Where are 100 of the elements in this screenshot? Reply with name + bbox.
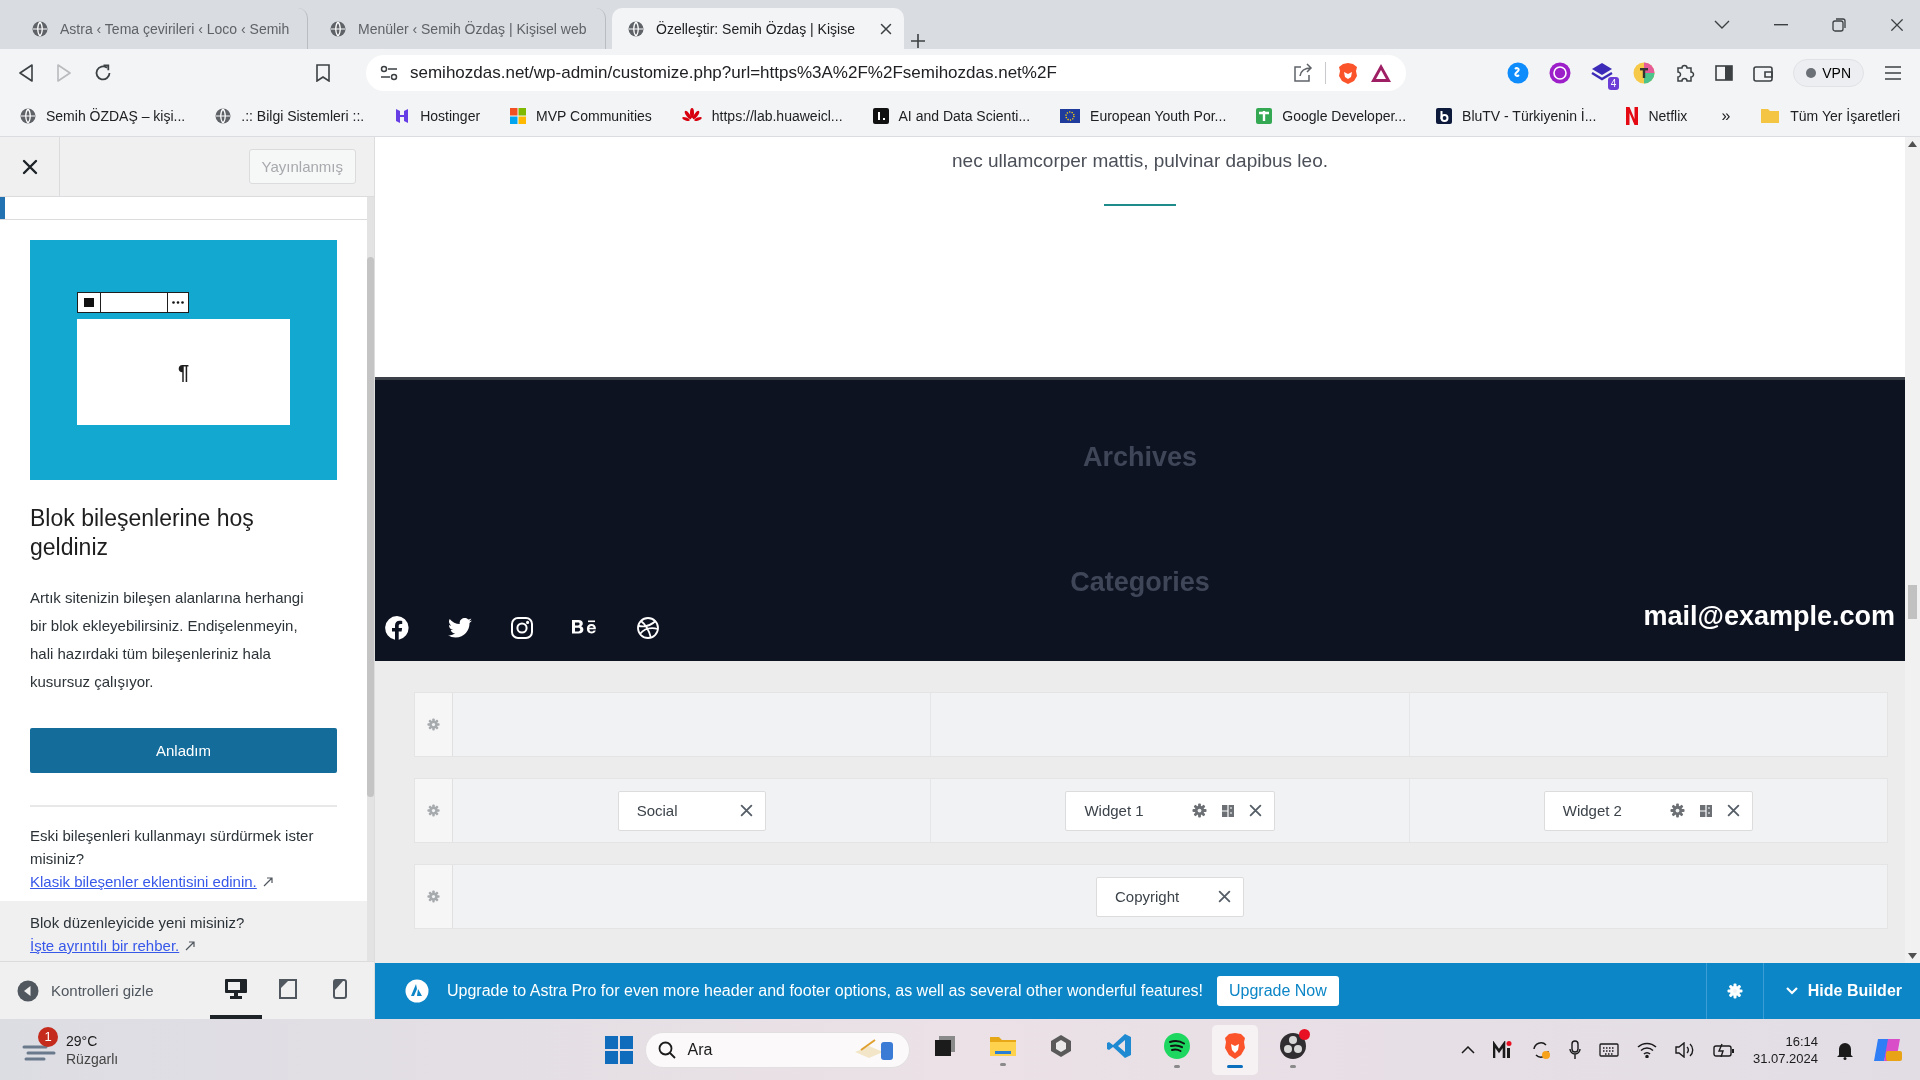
- m-app-icon[interactable]: [1492, 1040, 1513, 1059]
- close-tab-icon[interactable]: [880, 22, 892, 35]
- back-icon[interactable]: [18, 63, 34, 82]
- builder-item[interactable]: Social: [617, 790, 766, 831]
- builder-item[interactable]: Widget 1: [1065, 790, 1275, 831]
- chevron-down-icon: [1785, 987, 1798, 995]
- bookmark[interactable]: .:: Bilgi Sistemleri ::.: [215, 108, 365, 124]
- got-it-button[interactable]: Anladım: [30, 728, 337, 773]
- s-extension-icon[interactable]: [1507, 61, 1530, 84]
- code-editor-icon[interactable]: [1105, 1032, 1132, 1059]
- minimize-icon[interactable]: [1774, 23, 1788, 26]
- phone-icon: [333, 978, 347, 999]
- settings-icon[interactable]: [1726, 983, 1743, 999]
- color-circle-extension-icon[interactable]: [1633, 61, 1656, 84]
- extension-badge: 4: [1607, 76, 1620, 90]
- scrollbar-thumb[interactable]: [1908, 585, 1917, 619]
- triangle-icon[interactable]: [1370, 62, 1392, 83]
- scroll-up-icon[interactable]: [1908, 141, 1917, 147]
- bookmark[interactable]: Google Developer...: [1256, 108, 1407, 124]
- maximize-icon[interactable]: [1832, 17, 1846, 32]
- close-icon[interactable]: [21, 158, 38, 175]
- ring-extension-icon[interactable]: [1549, 61, 1572, 84]
- menu-icon[interactable]: [1884, 65, 1902, 80]
- tablet-icon: [279, 978, 297, 999]
- address-bar[interactable]: semihozdas.net/wp-admin/customize.php?url=https%3A%2F%2Fsemihozdas.net%2F: [366, 54, 1406, 91]
- scrollbar-thumb[interactable]: [367, 257, 374, 797]
- puzzle-icon[interactable]: [1675, 62, 1696, 83]
- record-icon[interactable]: [1278, 1031, 1307, 1060]
- ball-icon[interactable]: [637, 616, 659, 639]
- camera-icon[interactable]: [511, 616, 533, 639]
- hide-controls-button[interactable]: Kontrolleri gizle: [17, 979, 154, 1002]
- microphone-icon[interactable]: [1568, 1039, 1581, 1060]
- footer-email: mail@example.com: [1643, 601, 1895, 632]
- bookmark[interactable]: Hostinger: [394, 108, 481, 124]
- welcome-title: Blok bileşenlerine hoş geldiniz: [30, 504, 255, 562]
- remove-icon[interactable]: [739, 804, 753, 817]
- guide-link[interactable]: İşte ayrıntılı bir rehber.: [30, 934, 180, 957]
- lion-shield-icon[interactable]: [1338, 61, 1358, 84]
- remove-icon[interactable]: [1726, 804, 1740, 817]
- body-text: nec ullamcorper mattis, pulvinar dapibus leo.: [952, 150, 1328, 172]
- upgrade-button[interactable]: Upgrade Now: [1217, 976, 1339, 1006]
- sidebar-icon[interactable]: [1715, 64, 1734, 81]
- reload-icon[interactable]: [94, 63, 112, 82]
- folder-icon: [1760, 108, 1781, 124]
- legacy-question: Eski bileşenleri kullanmayı sürdürmek ister misiniz?: [30, 826, 315, 869]
- keyboard-icon[interactable]: [1598, 1042, 1619, 1057]
- new-tab-icon[interactable]: [910, 33, 926, 49]
- remove-icon[interactable]: [1248, 804, 1262, 817]
- builder-item[interactable]: Widget 2: [1543, 790, 1753, 831]
- vpn-button[interactable]: VPN: [1793, 58, 1864, 87]
- lion-icon[interactable]: [1222, 1031, 1247, 1060]
- bookmark[interactable]: https://lab.huaweicl...: [681, 108, 843, 124]
- bookmark[interactable]: MVP Communities: [510, 108, 652, 124]
- url-text: semihozdas.net/wp-admin/customize.php?url=https%3A%2F%2Fsemihozdas.net%2F: [410, 62, 1058, 83]
- settings-icon[interactable]: [1669, 803, 1685, 818]
- layout-icon[interactable]: [1698, 803, 1713, 818]
- clock[interactable]: 16:14 31.07.2024: [1752, 1032, 1818, 1067]
- more-bookmarks[interactable]: »: [1721, 107, 1731, 125]
- welcome-text: Artık sitenizin bileşen alanlarına herhangi bir blok ekleyebilirsiniz. Endişelenmeyin, hali hazırdaki tüm bileşenleriniz hala kusursuz çalışıyor.: [30, 588, 305, 692]
- bookmark[interactable]: AI and Data Scienti...: [872, 108, 1031, 124]
- all-bookmarks[interactable]: Tüm Yer İşaretleri: [1760, 108, 1900, 124]
- wifi-icon[interactable]: [1636, 1041, 1657, 1058]
- globe-icon: [330, 20, 346, 37]
- site-settings-icon[interactable]: [380, 64, 398, 81]
- browser-tab[interactable]: Özelleştir: Semih Özdaş | Kişise: [612, 8, 904, 49]
- bookmark[interactable]: BluTV - Türkiyenin İ...: [1436, 108, 1597, 124]
- cube-icon[interactable]: [1048, 1033, 1073, 1058]
- bookmark[interactable]: Semih ÖZDAŞ – kişi...: [20, 108, 186, 124]
- start-icon[interactable]: [604, 1035, 633, 1064]
- task-view-icon[interactable]: [932, 1033, 957, 1058]
- globe-icon: [20, 108, 36, 124]
- legacy-link[interactable]: Klasik bileşenler eklentisini edinin.: [30, 870, 257, 893]
- spotify-icon[interactable]: [1162, 1031, 1191, 1060]
- wallet-icon[interactable]: [1753, 63, 1774, 82]
- settings-icon[interactable]: [1191, 803, 1207, 818]
- globe-icon: [628, 20, 644, 37]
- search-field[interactable]: Ara: [644, 1031, 910, 1068]
- facebook-icon[interactable]: [385, 615, 409, 640]
- bookmark-icon[interactable]: [316, 63, 330, 82]
- remove-icon[interactable]: [1218, 890, 1231, 903]
- volume-icon[interactable]: [1674, 1041, 1695, 1058]
- bookmark[interactable]: European Youth Por...: [1060, 108, 1227, 124]
- sync-icon[interactable]: [1530, 1039, 1551, 1060]
- star-flag-icon: [1060, 109, 1081, 123]
- chevron-down-icon[interactable]: [1714, 19, 1730, 30]
- share-icon[interactable]: [1293, 62, 1313, 83]
- behance-icon[interactable]: [572, 618, 598, 637]
- copilot-icon[interactable]: [1872, 1036, 1902, 1063]
- bookmark[interactable]: Netflix: [1626, 107, 1688, 125]
- builder-item[interactable]: Copyright: [1096, 876, 1244, 917]
- external-link-icon: [185, 940, 196, 951]
- monitor-icon: [225, 978, 247, 999]
- chevron-up-icon[interactable]: [1460, 1045, 1475, 1054]
- scroll-down-icon[interactable]: [1908, 953, 1917, 959]
- close-window-icon[interactable]: [1890, 17, 1904, 32]
- battery-icon[interactable]: [1712, 1042, 1735, 1057]
- hide-builder-button[interactable]: Hide Builder: [1763, 963, 1920, 1019]
- bird-icon[interactable]: [448, 617, 472, 638]
- h-logo-icon: [394, 108, 411, 124]
- layout-icon[interactable]: [1220, 803, 1235, 818]
